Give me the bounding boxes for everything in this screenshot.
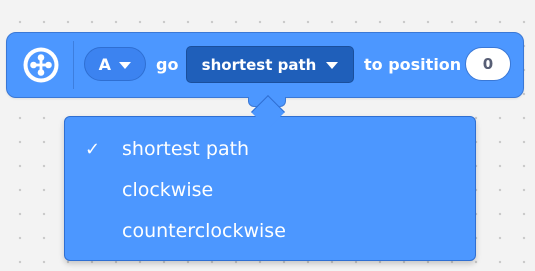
menu-item-label: shortest path	[122, 138, 250, 160]
to-position-label: to position	[364, 55, 462, 74]
motor-go-to-position-block[interactable]: A go shortest path to position 0	[6, 32, 524, 98]
menu-item-shortest-path[interactable]: ✓ shortest path	[65, 129, 475, 170]
chevron-down-icon	[119, 61, 132, 69]
position-input[interactable]: 0	[465, 47, 511, 81]
checkmark-icon: ✓	[85, 139, 101, 160]
direction-value: shortest path	[201, 55, 317, 74]
menu-item-label: counterclockwise	[122, 220, 286, 242]
position-value: 0	[482, 55, 494, 73]
menu-item-clockwise[interactable]: clockwise	[65, 170, 475, 211]
chevron-down-icon	[326, 62, 339, 69]
port-dropdown[interactable]: A	[84, 47, 146, 81]
direction-menu: ✓ shortest path clockwise counterclockwi…	[64, 116, 476, 261]
menu-item-counterclockwise[interactable]: counterclockwise	[65, 211, 475, 252]
direction-dropdown[interactable]: shortest path	[186, 46, 354, 83]
block-canvas[interactable]: { "block": { "port": "A", "go_label": "g…	[0, 0, 535, 271]
motor-icon	[22, 46, 60, 84]
go-label: go	[156, 55, 179, 74]
block-separator	[73, 41, 74, 89]
port-value: A	[98, 54, 112, 74]
menu-item-label: clockwise	[122, 179, 214, 201]
